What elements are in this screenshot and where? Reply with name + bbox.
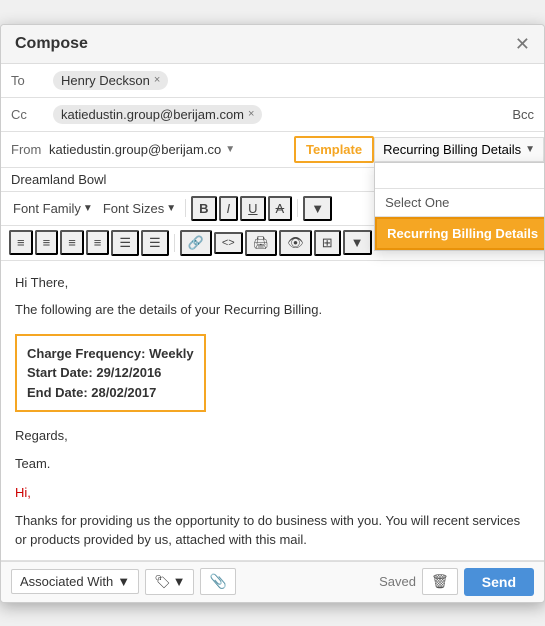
editor-hi-red: Hi, xyxy=(15,483,530,503)
saved-label: Saved xyxy=(379,574,416,589)
template-dropdown-panel: 🔍 Select One Recurring Billing Details xyxy=(374,162,545,251)
toolbar-sep-1 xyxy=(185,199,186,217)
editor-area[interactable]: Hi There, The following are the details … xyxy=(1,261,544,561)
associated-with-label: Associated With xyxy=(20,574,113,589)
cc-recipient-chip[interactable]: katiedustin.group@berijam.com × xyxy=(53,105,262,124)
dialog-header: Compose ✕ xyxy=(1,25,544,64)
font-family-label: Font Family xyxy=(13,201,81,216)
billing-charge: Charge Frequency: Weekly xyxy=(27,344,194,364)
table-button[interactable]: ⊞ xyxy=(314,230,341,256)
editor-regards1: Regards, xyxy=(15,426,530,446)
editor-second-para: Thanks for providing us the opportunity … xyxy=(15,511,530,550)
italic-button[interactable]: I xyxy=(219,196,239,221)
bold-button[interactable]: B xyxy=(191,196,216,221)
trash-button[interactable]: 🗑 xyxy=(422,568,458,595)
associated-with-arrow: ▼ xyxy=(117,574,130,589)
to-recipient-chip[interactable]: Henry Deckson × xyxy=(53,71,168,90)
tag-arrow: ▼ xyxy=(173,574,186,589)
dropdown-recurring-billing-item[interactable]: Recurring Billing Details xyxy=(375,217,545,250)
template-dropdown-wrapper: Recurring Billing Details ▼ 🔍 Select One… xyxy=(374,137,544,162)
to-field: Henry Deckson × xyxy=(53,71,534,90)
to-label: To xyxy=(11,73,53,88)
dialog-title: Compose xyxy=(15,35,88,53)
ordered-list-button[interactable]: ☰ xyxy=(141,230,169,256)
template-dropdown-arrow: ▼ xyxy=(525,144,535,155)
billing-end: End Date: 28/02/2017 xyxy=(27,383,194,403)
print-button[interactable]: 🖨 xyxy=(245,230,278,256)
unordered-list-button[interactable]: ☰ xyxy=(111,230,139,256)
cc-row: Cc katiedustin.group@berijam.com × Bcc xyxy=(1,98,544,132)
strikethrough-button[interactable]: A xyxy=(268,196,293,221)
toolbar-sep-2 xyxy=(297,199,298,217)
billing-start: Start Date: 29/12/2016 xyxy=(27,363,194,383)
justify-button[interactable]: ≡ xyxy=(86,230,110,255)
cc-field: katiedustin.group@berijam.com × xyxy=(53,105,512,124)
font-family-arrow: ▼ xyxy=(83,203,93,214)
font-sizes-dropdown[interactable]: Font Sizes ▼ xyxy=(99,198,180,219)
dreamland-label: Dreamland Bowl xyxy=(11,172,106,187)
associated-with-button[interactable]: Associated With ▼ xyxy=(11,569,139,594)
font-sizes-arrow: ▼ xyxy=(166,203,176,214)
template-dropdown-button[interactable]: Recurring Billing Details ▼ xyxy=(374,137,544,162)
from-row: From katiedustin.group@berijam.co ▼ Temp… xyxy=(1,132,544,168)
toolbar-sep-3 xyxy=(174,234,175,252)
align-right-button[interactable]: ≡ xyxy=(60,230,84,255)
editor-body-line1: The following are the details of your Re… xyxy=(15,300,530,320)
bcc-button[interactable]: Bcc xyxy=(512,107,534,122)
link-button[interactable]: 🔗 xyxy=(180,230,212,256)
font-sizes-label: Font Sizes xyxy=(103,201,164,216)
template-button[interactable]: Template xyxy=(294,136,374,163)
send-button[interactable]: Send xyxy=(464,568,534,596)
from-label: From xyxy=(1,142,43,157)
align-center-button[interactable]: ≡ xyxy=(35,230,59,255)
to-row: To Henry Deckson × xyxy=(1,64,544,98)
tag-icon: 🏷 xyxy=(154,574,171,590)
cc-recipient-close[interactable]: × xyxy=(248,108,254,120)
dropdown-select-one: Select One xyxy=(375,189,545,217)
paperclip-icon: 📎 xyxy=(209,573,226,589)
compose-footer: Associated With ▼ 🏷 ▼ 📎 Saved 🗑 Send xyxy=(1,561,544,602)
from-dropdown-arrow: ▼ xyxy=(225,144,235,155)
cc-recipient-email: katiedustin.group@berijam.com xyxy=(61,107,244,122)
from-email-select[interactable]: katiedustin.group@berijam.co ▼ xyxy=(43,137,294,162)
editor-regards2: Team. xyxy=(15,454,530,474)
close-button[interactable]: ✕ xyxy=(515,35,530,53)
code-button[interactable]: <> xyxy=(214,232,243,254)
preview-button[interactable]: 👁 xyxy=(279,230,312,256)
to-recipient-close[interactable]: × xyxy=(154,74,160,86)
tag-button[interactable]: 🏷 ▼ xyxy=(145,569,194,595)
dropdown-search-row: 🔍 xyxy=(375,163,545,189)
underline-button[interactable]: U xyxy=(240,196,265,221)
from-email-value: katiedustin.group@berijam.co xyxy=(49,142,221,157)
more-button[interactable]: ▼ xyxy=(303,196,332,221)
align-left-button[interactable]: ≡ xyxy=(9,230,33,255)
cc-label: Cc xyxy=(11,107,53,122)
compose-dialog: Compose ✕ To Henry Deckson × Cc katiedus… xyxy=(0,24,545,603)
billing-details-box: Charge Frequency: Weekly Start Date: 29/… xyxy=(15,334,206,413)
font-family-dropdown[interactable]: Font Family ▼ xyxy=(9,198,97,219)
trash-icon: 🗑 xyxy=(431,573,449,589)
editor-greeting: Hi There, xyxy=(15,273,530,293)
to-recipient-name: Henry Deckson xyxy=(61,73,150,88)
dropdown-search-input[interactable] xyxy=(381,168,545,183)
table-arrow-button[interactable]: ▼ xyxy=(343,230,372,255)
attach-button[interactable]: 📎 xyxy=(200,568,235,595)
template-dropdown-value: Recurring Billing Details xyxy=(383,142,521,157)
